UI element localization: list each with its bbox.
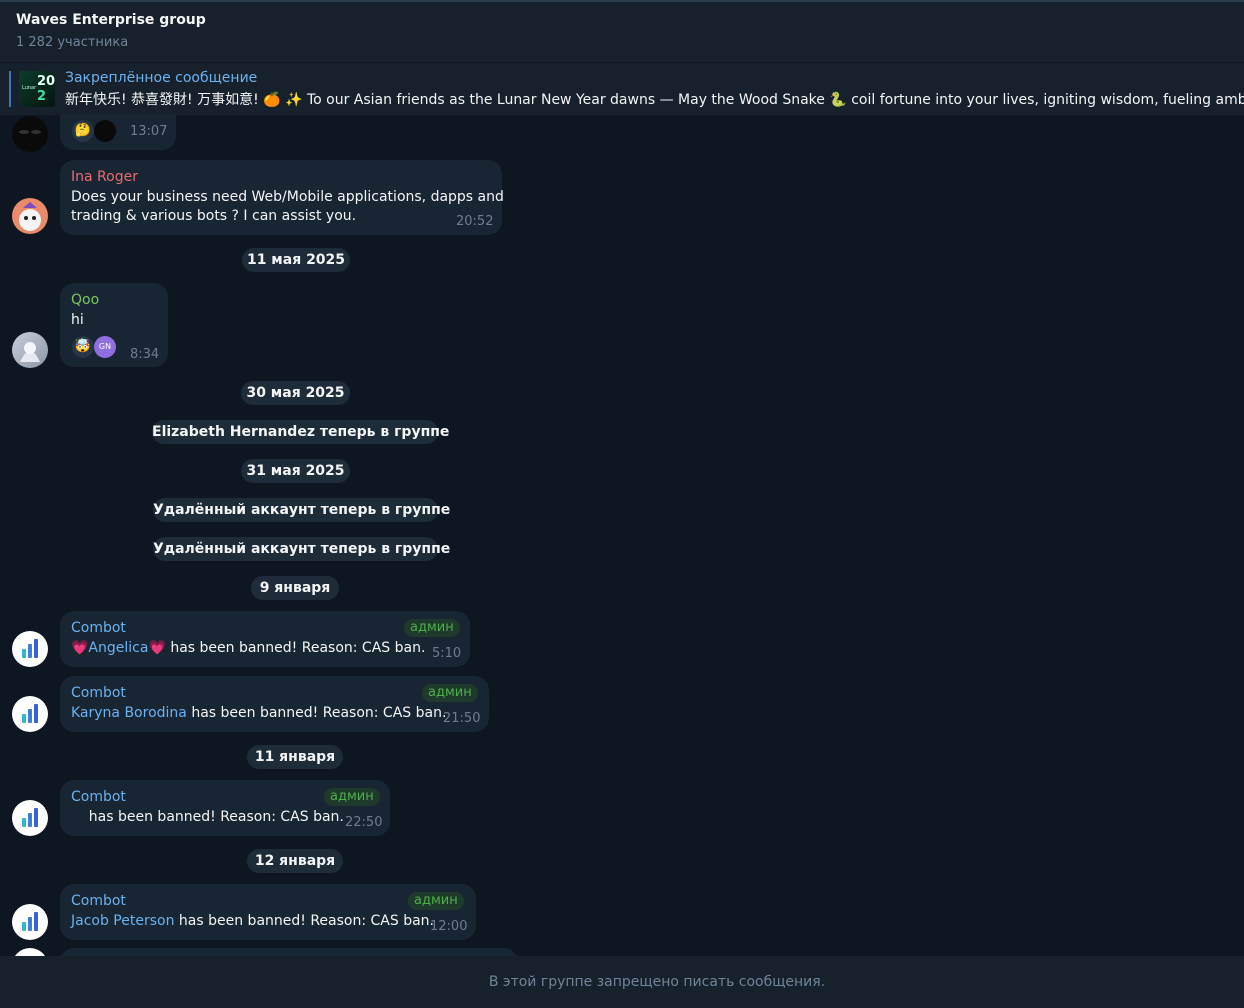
banned-user-link[interactable]: 💗Angelica💗 (71, 640, 166, 656)
message-text: has been banned! Reason: CAS ban. (71, 809, 344, 825)
admin-badge: админ (324, 788, 380, 806)
sender-name[interactable]: Combot (71, 620, 126, 636)
message-bubble[interactable]: Ina Roger Does your business need Web/Mo… (60, 160, 504, 235)
avatar[interactable] (12, 800, 48, 836)
combot-logo-icon (22, 912, 38, 931)
admin-badge: админ (404, 619, 460, 637)
message-bubble[interactable]: Combot админ 💗Angelica💗 has been banned!… (60, 611, 470, 667)
message-text: Jacob Peterson has been banned! Reason: … (71, 913, 434, 929)
message-bubble[interactable] (60, 948, 518, 956)
date-separator: 9 января (251, 576, 339, 600)
date-separator: 11 мая 2025 (242, 248, 350, 272)
chat-header[interactable]: Waves Enterprise group 1 282 участника (0, 0, 1244, 62)
sender-name[interactable]: Combot (71, 893, 126, 909)
service-message[interactable]: Удалённый аккаунт теперь в группе (153, 498, 450, 522)
avatar[interactable] (12, 332, 48, 368)
message-time: 13:07 (130, 124, 168, 139)
message-time: 20:52 (456, 214, 494, 229)
message-bubble[interactable]: Combot админ has been banned! Reason: CA… (60, 780, 390, 836)
avatar[interactable] (12, 696, 48, 732)
avatar[interactable] (12, 198, 48, 234)
avatar[interactable] (12, 631, 48, 667)
thumbnail-caption: Lunar (22, 85, 37, 91)
admin-badge: админ (422, 684, 478, 702)
avatar[interactable] (12, 904, 48, 940)
message-bubble[interactable]: Qoo hi 🤯 GN 8:34 (60, 283, 168, 367)
message-text: hi (71, 312, 84, 328)
member-count: 1 282 участника (16, 35, 129, 50)
pinned-thumbnail: Lunar 20 2 (19, 71, 55, 107)
date-separator: 31 мая 2025 (241, 459, 350, 483)
combot-logo-icon (22, 704, 38, 723)
sender-name[interactable]: Combot (71, 685, 126, 701)
service-message[interactable]: Elizabeth Hernandez теперь в группе (152, 420, 449, 444)
combot-logo-icon (22, 808, 38, 827)
pinned-text: 新年快乐! 恭喜發財! 万事如意! 🍊 ✨ To our Asian frien… (65, 92, 1244, 108)
message-bubble[interactable]: 🤔 13:07 (60, 114, 176, 150)
message-text: 💗Angelica💗 has been banned! Reason: CAS … (71, 640, 426, 656)
sender-name[interactable]: Qoo (71, 292, 99, 308)
message-time: 12:00 (430, 919, 468, 934)
pinned-indicator (9, 71, 11, 107)
message-time: 21:50 (443, 711, 481, 726)
thumbnail-text-bottom: 2 (37, 89, 47, 104)
avatar[interactable] (12, 948, 48, 956)
message-bubble[interactable]: Combot админ Karyna Borodina has been ba… (60, 676, 489, 732)
message-time: 8:34 (130, 347, 160, 362)
exploding-head-reaction-icon[interactable]: 🤯 (72, 336, 94, 358)
date-separator: 11 января (247, 745, 343, 769)
message-time: 5:10 (432, 646, 462, 661)
avatar[interactable] (12, 116, 48, 152)
date-separator: 30 мая 2025 (241, 381, 350, 405)
composer-disabled-bar: В этой группе запрещено писать сообщения… (0, 956, 1244, 1008)
chat-title[interactable]: Waves Enterprise group (16, 12, 206, 28)
write-restricted-notice: В этой группе запрещено писать сообщения… (488, 974, 826, 990)
message-text: trading & various bots ? I can assist yo… (71, 208, 357, 224)
user-reaction-avatar[interactable]: GN (94, 336, 116, 358)
service-message[interactable]: Удалённый аккаунт теперь в группе (153, 537, 450, 561)
user-reaction-avatar[interactable] (94, 120, 116, 142)
sender-name[interactable]: Combot (71, 789, 126, 805)
message-text: Karyna Borodina has been banned! Reason:… (71, 705, 447, 721)
thumbnail-text-top: 20 (37, 74, 55, 89)
pinned-message-bar[interactable]: Lunar 20 2 Закреплённое сообщение 新年快乐! … (0, 62, 1244, 115)
sender-name[interactable]: Ina Roger (71, 169, 138, 185)
message-text: Does your business need Web/Mobile appli… (71, 189, 504, 205)
banned-user-link[interactable]: Jacob Peterson (71, 913, 174, 929)
message-list[interactable]: 🤔 13:07 Ina Roger Does your business nee… (0, 114, 1244, 956)
pinned-label: Закреплённое сообщение (65, 70, 258, 86)
date-separator: 12 января (247, 849, 343, 873)
combot-logo-icon (22, 639, 38, 658)
message-bubble[interactable]: Combot админ Jacob Peterson has been ban… (60, 884, 476, 940)
thinking-reaction-icon[interactable]: 🤔 (72, 120, 94, 142)
message-time: 22:50 (345, 815, 383, 830)
banned-user-link[interactable]: Karyna Borodina (71, 705, 187, 721)
admin-badge: админ (408, 892, 464, 910)
